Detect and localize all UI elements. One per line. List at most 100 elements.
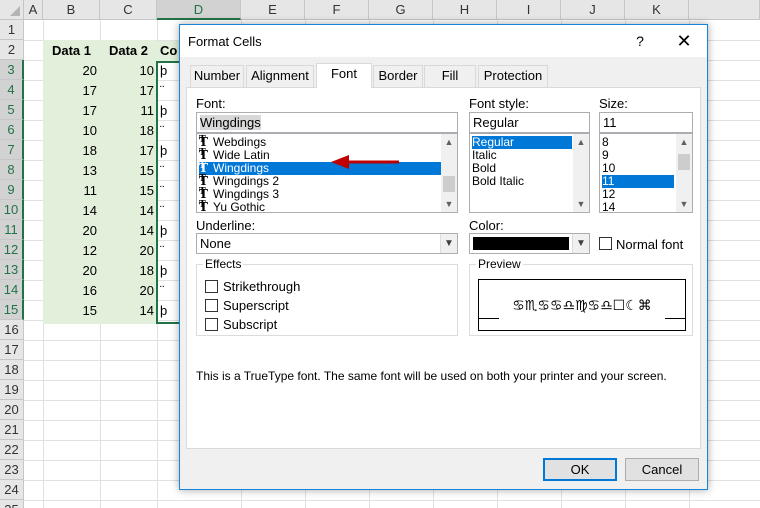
- ok-button[interactable]: OK: [543, 458, 617, 481]
- cell-data1[interactable]: 20: [43, 261, 100, 281]
- cell-data1[interactable]: 12: [43, 241, 100, 261]
- strikethrough-label[interactable]: Strikethrough: [223, 279, 300, 294]
- cell-data2[interactable]: 17: [100, 81, 157, 101]
- column-header-d[interactable]: D: [157, 0, 241, 20]
- column-header-e[interactable]: E: [241, 0, 305, 20]
- font-style-list[interactable]: Regular Italic Bold Bold Italic ▲ ▼: [469, 133, 590, 213]
- row-header[interactable]: 16: [0, 320, 24, 340]
- font-list-item-yu-gothic[interactable]: TYu Gothic: [199, 199, 441, 212]
- row-header[interactable]: 9: [0, 180, 24, 200]
- header-data1[interactable]: Data 1: [43, 41, 100, 61]
- cell-symbol[interactable]: þ: [157, 141, 181, 161]
- scroll-down-icon[interactable]: ▼: [441, 196, 457, 212]
- scroll-up-icon[interactable]: ▲: [573, 134, 589, 150]
- cell-symbol[interactable]: þ: [157, 261, 181, 281]
- cell-symbol[interactable]: ¨: [157, 161, 181, 181]
- column-header-i[interactable]: I: [497, 0, 561, 20]
- cell-data1[interactable]: 18: [43, 141, 100, 161]
- column-header-j[interactable]: J: [561, 0, 625, 20]
- row-header[interactable]: 15: [0, 300, 24, 320]
- subscript-checkbox[interactable]: [205, 318, 218, 331]
- cell-data2[interactable]: 17: [100, 141, 157, 161]
- cell-symbol[interactable]: ¨: [157, 181, 181, 201]
- row-header[interactable]: 10: [0, 200, 24, 220]
- font-style-bold-italic[interactable]: Bold Italic: [472, 175, 572, 188]
- cell-data1[interactable]: 10: [43, 121, 100, 141]
- color-dropdown[interactable]: ▼: [469, 233, 590, 254]
- cell-data2[interactable]: 20: [100, 241, 157, 261]
- cell-data2[interactable]: 14: [100, 201, 157, 221]
- row-header[interactable]: 12: [0, 240, 24, 260]
- row-header[interactable]: 6: [0, 120, 24, 140]
- row-header[interactable]: 24: [0, 480, 24, 500]
- scroll-up-icon[interactable]: ▲: [441, 134, 457, 150]
- tab-number[interactable]: Number: [190, 65, 244, 87]
- column-header-g[interactable]: G: [369, 0, 433, 20]
- row-header[interactable]: 21: [0, 420, 24, 440]
- cancel-button[interactable]: Cancel: [625, 458, 699, 481]
- tab-fill[interactable]: Fill: [424, 65, 476, 87]
- select-all-corner[interactable]: [0, 0, 24, 20]
- cell-data1[interactable]: 14: [43, 201, 100, 221]
- column-header-k[interactable]: K: [625, 0, 689, 20]
- column-header-blank[interactable]: [689, 0, 760, 20]
- cell-data1[interactable]: 20: [43, 221, 100, 241]
- header-data2[interactable]: Data 2: [100, 41, 157, 61]
- cell-symbol[interactable]: ¨: [157, 201, 181, 221]
- cell-data2[interactable]: 14: [100, 301, 157, 321]
- cell-data1[interactable]: 11: [43, 181, 100, 201]
- cell-data2[interactable]: 11: [100, 101, 157, 121]
- superscript-label[interactable]: Superscript: [223, 298, 289, 313]
- scroll-thumb[interactable]: [678, 154, 690, 170]
- cell-data2[interactable]: 15: [100, 181, 157, 201]
- size-list[interactable]: 8 9 10 11 12 14 ▲ ▼: [599, 133, 693, 213]
- row-header[interactable]: 2: [0, 40, 24, 60]
- row-header[interactable]: 23: [0, 460, 24, 480]
- normal-font-label[interactable]: Normal font: [616, 237, 683, 252]
- font-name-input[interactable]: Wingdings: [196, 112, 458, 133]
- cell-data2[interactable]: 18: [100, 261, 157, 281]
- tab-border[interactable]: Border: [373, 65, 423, 87]
- cell-symbol[interactable]: þ: [157, 61, 181, 81]
- cell-data2[interactable]: 15: [100, 161, 157, 181]
- row-header[interactable]: 1: [0, 20, 24, 40]
- cell-data2[interactable]: 18: [100, 121, 157, 141]
- scroll-up-icon[interactable]: ▲: [676, 134, 692, 150]
- cell-symbol[interactable]: ¨: [157, 241, 181, 261]
- cell-data2[interactable]: 20: [100, 281, 157, 301]
- scroll-down-icon[interactable]: ▼: [676, 196, 692, 212]
- row-header[interactable]: 20: [0, 400, 24, 420]
- scroll-thumb[interactable]: [443, 176, 455, 192]
- cell-data1[interactable]: 13: [43, 161, 100, 181]
- tab-font[interactable]: Font: [316, 63, 372, 88]
- strikethrough-checkbox[interactable]: [205, 280, 218, 293]
- row-header[interactable]: 11: [0, 220, 24, 240]
- row-header[interactable]: 17: [0, 340, 24, 360]
- cell-symbol[interactable]: ¨: [157, 81, 181, 101]
- cell-symbol[interactable]: þ: [157, 101, 181, 121]
- scroll-down-icon[interactable]: ▼: [573, 196, 589, 212]
- cell-symbol[interactable]: ¨: [157, 281, 181, 301]
- subscript-label[interactable]: Subscript: [223, 317, 277, 332]
- font-list[interactable]: TWebdings TWide Latin TWingdings TWingdi…: [196, 133, 458, 213]
- row-header[interactable]: 8: [0, 160, 24, 180]
- row-header[interactable]: 13: [0, 260, 24, 280]
- column-header-h[interactable]: H: [433, 0, 497, 20]
- row-header[interactable]: 3: [0, 60, 24, 80]
- tab-protection[interactable]: Protection: [478, 65, 548, 87]
- row-header[interactable]: 4: [0, 80, 24, 100]
- normal-font-checkbox[interactable]: [599, 237, 612, 250]
- cell-symbol[interactable]: ¨: [157, 121, 181, 141]
- size-scrollbar[interactable]: ▲ ▼: [676, 134, 692, 212]
- row-header[interactable]: 22: [0, 440, 24, 460]
- font-style-scrollbar[interactable]: ▲ ▼: [573, 134, 589, 212]
- row-header[interactable]: 7: [0, 140, 24, 160]
- column-header-a[interactable]: A: [24, 0, 43, 20]
- cell-data1[interactable]: 20: [43, 61, 100, 81]
- cell-symbol[interactable]: þ: [157, 221, 181, 241]
- row-header[interactable]: 19: [0, 380, 24, 400]
- font-style-input[interactable]: Regular: [469, 112, 590, 133]
- font-list-scrollbar[interactable]: ▲ ▼: [441, 134, 457, 212]
- cell-data1[interactable]: 17: [43, 81, 100, 101]
- superscript-checkbox[interactable]: [205, 299, 218, 312]
